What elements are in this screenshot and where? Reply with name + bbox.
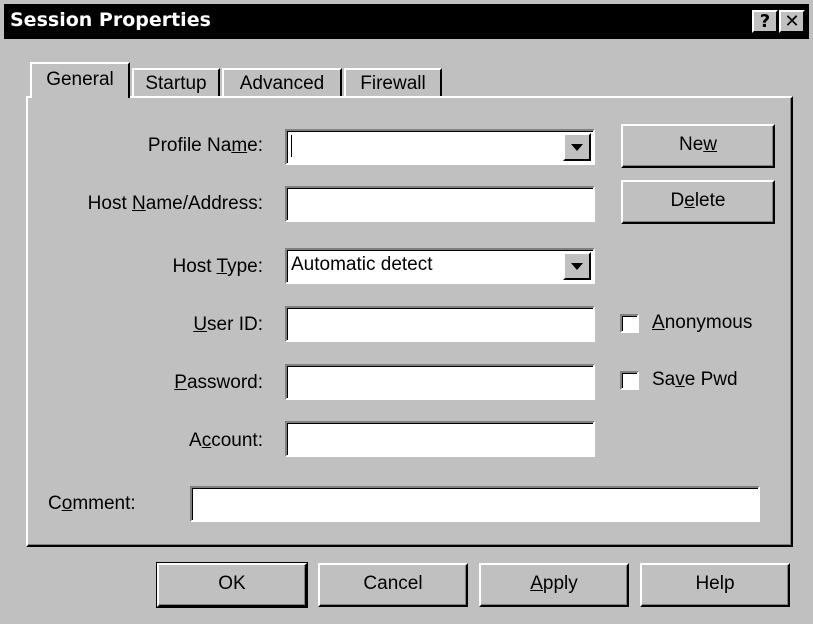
anonymous-checkbox[interactable] [620, 314, 639, 333]
host-name-label: Host Name/Address: [87, 193, 263, 214]
password-label: Password: [174, 372, 263, 393]
chevron-down-icon [571, 144, 583, 151]
cancel-button[interactable]: Cancel [318, 563, 468, 607]
account-label: Account: [189, 430, 263, 451]
save-pwd-checkbox[interactable] [620, 371, 639, 390]
user-id-input[interactable] [285, 306, 595, 342]
window-title: Session Properties [10, 9, 211, 31]
account-input[interactable] [285, 421, 595, 457]
host-name-input[interactable] [285, 186, 595, 222]
tab-general[interactable]: General [30, 62, 130, 98]
profile-name-dropdown-button[interactable] [563, 133, 591, 161]
profile-name-label: Profile Name: [147, 135, 263, 156]
tab-firewall[interactable]: Firewall [344, 68, 442, 98]
host-type-label: Host Type: [172, 256, 264, 277]
help-button[interactable]: ? [752, 10, 778, 33]
tab-startup[interactable]: Startup [132, 68, 220, 98]
save-pwd-label[interactable]: Save Pwd [652, 369, 738, 391]
chevron-down-icon [571, 263, 583, 270]
session-properties-dialog: Session Properties ? ✕ General Startup A… [0, 0, 813, 624]
profile-name-combo[interactable] [285, 129, 595, 165]
user-id-label: User ID: [193, 314, 263, 335]
comment-label: Comment: [48, 493, 136, 514]
host-type-dropdown-button[interactable] [563, 252, 591, 280]
anonymous-label[interactable]: Anonymous [652, 312, 752, 334]
help-dialog-button[interactable]: Help [640, 563, 790, 607]
apply-button[interactable]: Apply [479, 563, 629, 607]
text-cursor [291, 134, 292, 157]
tab-advanced[interactable]: Advanced [222, 68, 342, 98]
delete-button[interactable]: Delete [621, 180, 775, 224]
ok-button[interactable]: OK [156, 562, 308, 608]
new-button[interactable]: New [621, 124, 775, 168]
title-bar: Session Properties ? ✕ [4, 4, 809, 39]
close-button[interactable]: ✕ [779, 10, 805, 33]
host-type-select[interactable]: Automatic detect [285, 248, 595, 284]
password-input[interactable] [285, 364, 595, 400]
comment-input[interactable] [190, 486, 760, 522]
